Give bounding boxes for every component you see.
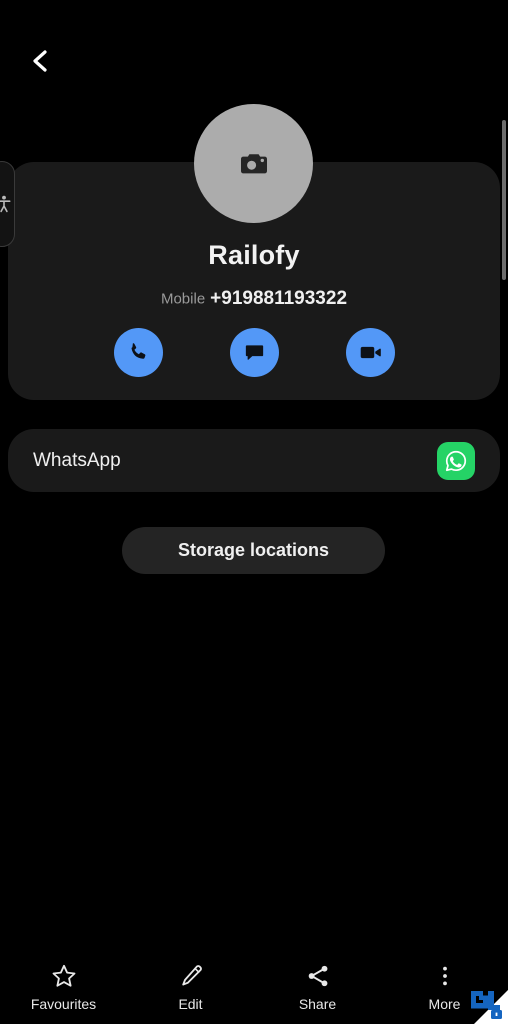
whatsapp-label: WhatsApp [33, 450, 121, 472]
three-dots-vertical-icon [432, 963, 458, 989]
contact-avatar[interactable] [194, 104, 313, 223]
nav-item-edit[interactable]: Edit [127, 963, 254, 1012]
back-button[interactable] [20, 42, 60, 80]
share-nodes-icon [305, 963, 331, 989]
accessibility-side-tab[interactable] [0, 161, 15, 247]
nav-label-share: Share [299, 996, 336, 1012]
nav-item-favourites[interactable]: Favourites [0, 963, 127, 1012]
phone-number-value[interactable]: +919881193322 [210, 288, 347, 309]
bottom-navigation-bar: Favourites Edit Share [0, 950, 508, 1024]
chat-bubble-icon [242, 340, 267, 365]
video-call-button[interactable] [346, 328, 395, 377]
whatsapp-icon [437, 442, 475, 480]
message-button[interactable] [230, 328, 279, 377]
video-camera-icon [358, 340, 383, 365]
chevron-left-icon [30, 48, 50, 74]
vertical-scrollbar[interactable] [502, 120, 506, 280]
call-button[interactable] [114, 328, 163, 377]
nav-label-more: More [429, 996, 461, 1012]
whatsapp-row[interactable]: WhatsApp [8, 429, 500, 492]
contact-name: Railofy [8, 240, 500, 271]
contact-action-row [8, 328, 500, 377]
storage-locations-label: Storage locations [178, 540, 329, 561]
contact-phone-row: Mobile +919881193322 [8, 288, 500, 310]
pencil-icon [178, 963, 204, 989]
nav-item-more[interactable]: More [381, 963, 508, 1012]
phone-icon [126, 340, 151, 365]
star-outline-icon [51, 963, 77, 989]
camera-icon [239, 152, 269, 176]
accessibility-person-icon [0, 195, 11, 213]
storage-locations-button[interactable]: Storage locations [122, 527, 385, 574]
top-bar [0, 0, 508, 104]
nav-label-favourites: Favourites [31, 996, 96, 1012]
nav-item-share[interactable]: Share [254, 963, 381, 1012]
phone-type-label: Mobile [161, 291, 205, 308]
nav-label-edit: Edit [178, 996, 202, 1012]
